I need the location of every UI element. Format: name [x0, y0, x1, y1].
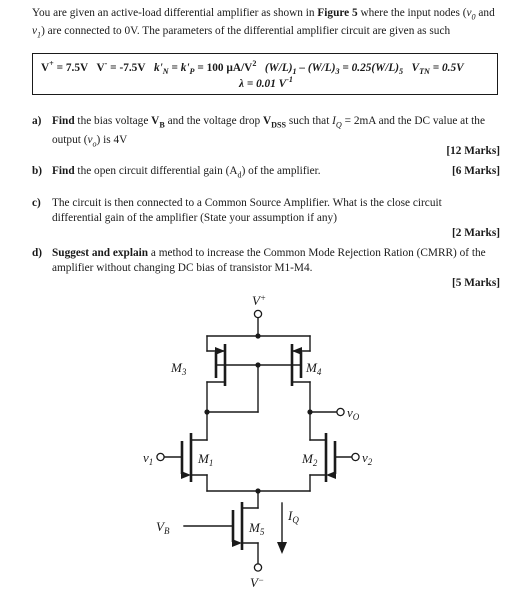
question-c-label: c) [32, 197, 41, 209]
vminus-symbol: V [96, 61, 105, 74]
vtn-symbol: V [411, 61, 420, 74]
question-a-text1: the bias voltage [74, 115, 152, 127]
vdss-char: V [262, 115, 272, 127]
question-d-bold: Suggest and explain [52, 247, 149, 259]
question-d-marks: [5 Marks] [451, 277, 500, 289]
m1-source-arrow [181, 471, 191, 479]
vb-symbol: VB [151, 115, 165, 129]
v1-input-terminal-circle [156, 452, 165, 462]
question-d-body: Suggest and explain a method to increase… [52, 246, 500, 275]
symbol-v1: v1 [32, 25, 41, 39]
question-a-text2: and the voltage drop [164, 115, 263, 127]
vminus-value: = -7.5V [107, 61, 146, 74]
label-v2: v2 [362, 450, 373, 467]
question-b-marks: [6 Marks] [451, 165, 500, 177]
parameters-box: V+ = 7.5V V- = -7.5V k'N = k'P = 100 µA/… [32, 53, 498, 95]
question-b: b) Find the open circuit differential ga… [32, 164, 500, 183]
vplus-terminal-circle [253, 309, 263, 319]
parameters-line-2: λ = 0.01 V-1 [33, 75, 499, 90]
label-m5: M5 [248, 520, 265, 537]
vminus-terminal-circle [253, 563, 263, 572]
label-vplus: V+ [252, 293, 266, 308]
m3-source-arrow [215, 347, 225, 355]
vplus-value: = 7.5V [53, 61, 89, 74]
equals-2: – [296, 61, 308, 74]
question-b-text2: ) of the amplifier. [241, 165, 321, 177]
label-m1: M1 [197, 451, 213, 468]
kn-symbol: k' [153, 61, 163, 74]
parameters-line-1: V+ = 7.5V V- = -7.5V k'N = k'P = 100 µA/… [41, 59, 493, 76]
wl1-symbol: (W/L) [264, 61, 293, 74]
question-a-text5: ) is 4V [96, 133, 128, 146]
k-value: = 100 µA/V [194, 61, 253, 74]
vdss-symbol: VDSS [262, 115, 287, 130]
intro-and: and [475, 7, 495, 19]
vplus-symbol: V [41, 61, 50, 74]
label-vo: vO [347, 405, 360, 422]
question-a-text3: such that [286, 115, 333, 127]
lambda-value: λ = 0.01 V [238, 77, 287, 90]
iq-arrow-head [277, 542, 287, 554]
m4-source-arrow [292, 347, 302, 355]
figure-reference: Figure 5 [317, 7, 358, 19]
question-a-marks: [12 Marks] [446, 145, 500, 157]
circuit-diagram-figure-5: .w { stroke:#1a1a1a; stroke-width:1.4; f… [140, 292, 392, 592]
question-a-label: a) [32, 115, 42, 127]
question-d-label: d) [32, 247, 43, 259]
label-iq: IQ [287, 508, 299, 525]
intro-text-part2: where the input nodes ( [357, 7, 467, 19]
question-a-body: Find the bias voltage VB and the voltage… [52, 114, 500, 152]
label-m3: M3 [170, 360, 187, 377]
m2-source-arrow [326, 471, 336, 479]
iq-symbol: IQ [332, 115, 342, 129]
question-d: d) Suggest and explain a method to incre… [32, 246, 500, 289]
k-value-superscript: 2 [252, 59, 257, 68]
vplus-node-dot [255, 333, 261, 339]
intro-text-part3: ) are connected to 0V. The parameters of… [41, 25, 451, 38]
m5-source-arrow [232, 539, 242, 547]
vo-symbol-a: vo [87, 134, 96, 148]
v2-input-terminal-circle [351, 452, 360, 462]
question-b-body: Find the open circuit differential gain … [52, 164, 500, 183]
question-c-body: The circuit is then connected to a Commo… [52, 197, 442, 224]
intro-paragraph: You are given an active-load differentia… [32, 6, 500, 43]
question-a-bold: Find [52, 115, 75, 127]
symbol-v0: v0 [467, 7, 476, 21]
label-vb: VB [156, 519, 170, 536]
equals-1: = [168, 61, 181, 74]
question-c: c) The circuit is then connected to a Co… [32, 196, 500, 239]
lambda-superscript: -1 [286, 75, 293, 84]
label-m2: M2 [301, 451, 318, 468]
kp-symbol: k' [180, 61, 190, 74]
wl3-symbol: (W/L) [307, 61, 336, 74]
label-v1: v1 [143, 450, 153, 467]
question-b-text1: the open circuit differential gain (A [74, 165, 238, 177]
question-c-marks: [2 Marks] [451, 227, 500, 239]
intro-text-part1: You are given an active-load differentia… [32, 7, 318, 19]
label-vminus: V− [250, 575, 264, 590]
exam-question-page: You are given an active-load differentia… [0, 0, 531, 594]
equals-3: = 0.25(W/L) [339, 61, 399, 74]
vtn-value: = 0.5V [429, 61, 464, 74]
label-m4: M4 [305, 360, 322, 377]
question-a: a) Find the bias voltage VB and the volt… [32, 114, 500, 157]
vdss-subscript: DSS [271, 120, 287, 130]
question-b-bold: Find [52, 165, 75, 177]
output-terminal-circle [336, 407, 345, 417]
question-b-label: b) [32, 165, 43, 177]
